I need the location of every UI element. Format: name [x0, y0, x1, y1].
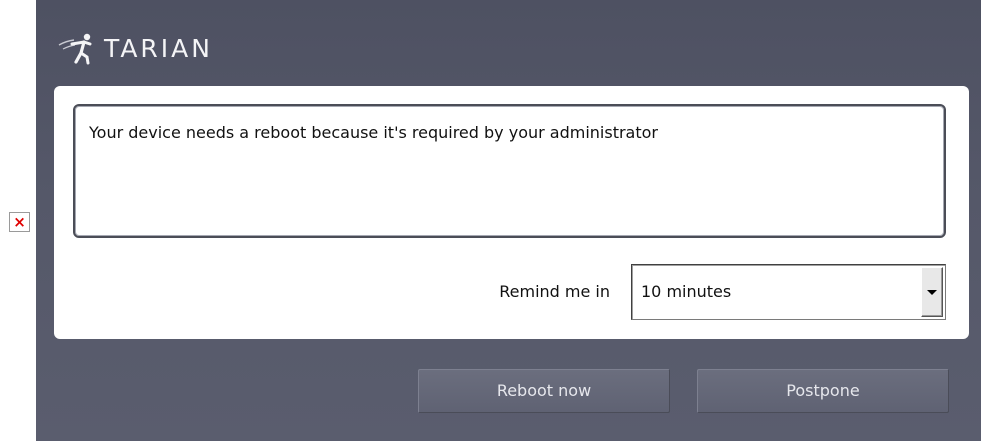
broken-image-x-glyph: ×: [13, 213, 26, 231]
brand-logo: TARIAN: [58, 28, 213, 68]
remind-interval-value: 10 minutes: [641, 282, 732, 301]
postpone-button[interactable]: Postpone: [697, 369, 949, 413]
broken-image-icon: ×: [9, 212, 30, 232]
remind-interval-select[interactable]: 10 minutes: [631, 264, 946, 320]
reboot-now-button[interactable]: Reboot now: [418, 369, 670, 413]
dropdown-arrow-icon: [927, 290, 937, 295]
brand-name: TARIAN: [104, 33, 213, 63]
reboot-dialog: TARIAN Your device needs a reboot becaus…: [36, 0, 981, 441]
remind-label: Remind me in: [499, 282, 610, 301]
runner-logo-icon: [58, 33, 92, 65]
dropdown-arrow-button[interactable]: [921, 267, 943, 317]
content-panel: Your device needs a reboot because it's …: [54, 86, 969, 339]
reboot-message: Your device needs a reboot because it's …: [73, 104, 946, 238]
